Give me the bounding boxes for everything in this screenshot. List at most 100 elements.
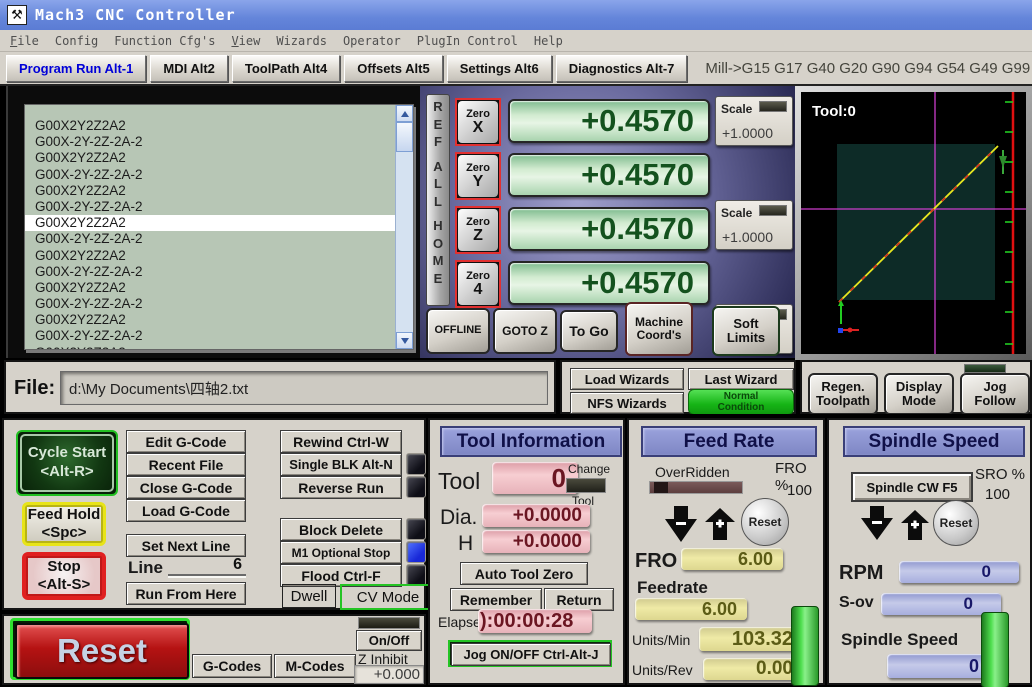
goto-z-button[interactable]: GOTO Z bbox=[493, 308, 557, 354]
tab-settings-alt6[interactable]: Settings Alt6 bbox=[446, 54, 552, 82]
x-scale-slider[interactable] bbox=[759, 101, 787, 112]
tab-mdi-alt2[interactable]: MDI Alt2 bbox=[150, 54, 228, 82]
machine-coords-button[interactable]: Machine Coord's bbox=[625, 302, 693, 356]
x-axis-dro[interactable]: +0.4570 bbox=[508, 99, 710, 143]
gcode-line[interactable]: G00X-2Y-2Z-2A-2 bbox=[25, 134, 396, 150]
fro-slider[interactable] bbox=[649, 481, 743, 494]
block-delete-button[interactable]: Block Delete bbox=[280, 518, 402, 541]
menu-item[interactable]: Operator bbox=[343, 34, 401, 48]
gcode-line[interactable]: G00X2Y2Z2A2 bbox=[25, 280, 396, 296]
gcode-scrollbar[interactable] bbox=[395, 105, 413, 349]
m1-optional-stop-button[interactable]: M1 Optional Stop bbox=[280, 541, 402, 564]
units-min-dro[interactable]: 103.32 bbox=[699, 627, 801, 651]
spindle-reset-button[interactable]: Reset bbox=[933, 500, 979, 546]
menu-item[interactable]: Help bbox=[534, 34, 563, 48]
gcode-line[interactable]: G00X-2Y-2Z-2A-2 bbox=[25, 199, 396, 215]
ref-all-home-button[interactable]: REFALLHOME bbox=[426, 94, 450, 306]
tab-toolpath-alt4[interactable]: ToolPath Alt4 bbox=[231, 54, 341, 82]
gcode-line[interactable]: G00X2Y2Z2A2 bbox=[25, 248, 396, 264]
reverse-run-button[interactable]: Reverse Run bbox=[280, 476, 402, 499]
zero-x-button[interactable]: Zero X bbox=[455, 98, 501, 146]
zero-4-button[interactable]: Zero 4 bbox=[455, 260, 501, 308]
display-mode-button[interactable]: Display Mode bbox=[884, 373, 954, 415]
toolpath-display[interactable]: Tool:0 bbox=[801, 92, 1026, 354]
gcode-line[interactable]: G00X2Y2Z2A2 bbox=[25, 215, 396, 232]
regen-toolpath-button[interactable]: Regen. Toolpath bbox=[808, 373, 878, 415]
load-gcode-button[interactable]: Load G-Code bbox=[126, 499, 246, 522]
title-bar[interactable]: ⚒ Mach3 CNC Controller bbox=[0, 0, 1032, 30]
x-scale-box[interactable]: Scale +1.0000 bbox=[715, 96, 793, 146]
menu-item[interactable]: Wizards bbox=[276, 34, 327, 48]
single-blk-button[interactable]: Single BLK Alt-N bbox=[280, 453, 402, 476]
fro-dro[interactable]: 6.00 bbox=[681, 548, 783, 570]
cycle-start-button[interactable]: Cycle Start <Alt-R> bbox=[16, 430, 118, 496]
gcode-line[interactable]: G00X-2Y-2Z-2A-2 bbox=[25, 231, 396, 247]
z-inhibit-dro[interactable]: +0.000 bbox=[354, 665, 424, 684]
gcode-line[interactable]: G00X-2Y-2Z-2A-2 bbox=[25, 264, 396, 280]
menu-item[interactable]: View bbox=[231, 34, 260, 48]
g-codes-button[interactable]: G-Codes bbox=[192, 654, 272, 678]
tab-diagnostics-alt-7[interactable]: Diagnostics Alt-7 bbox=[555, 54, 688, 82]
dwell-indicator[interactable]: Dwell bbox=[282, 584, 336, 608]
stop-button[interactable]: Stop <Alt-S> bbox=[22, 552, 106, 600]
jog-onoff-button[interactable]: Jog ON/OFF Ctrl-Alt-J bbox=[448, 640, 612, 667]
feedrate-dro[interactable]: 6.00 bbox=[635, 598, 747, 620]
spindle-cw-button[interactable]: Spindle CW F5 bbox=[851, 472, 973, 502]
gcode-line[interactable]: G00X-2Y-2Z-2A-2 bbox=[25, 296, 396, 312]
auto-tool-zero-button[interactable]: Auto Tool Zero bbox=[460, 562, 588, 585]
gcode-line[interactable]: G00X-2Y-2Z-2A-2 bbox=[25, 328, 396, 344]
gcode-line[interactable]: G00X2Y2Z2A2 bbox=[25, 312, 396, 328]
jog-follow-button[interactable]: Jog Follow bbox=[960, 373, 1030, 415]
gcode-line[interactable]: G00X-2Y-2Z-2A-2 bbox=[25, 167, 396, 183]
y-axis-dro[interactable]: +0.4570 bbox=[508, 153, 710, 197]
feed-lower-arrow-icon[interactable] bbox=[665, 506, 697, 542]
soft-limits-button[interactable]: Soft Limits bbox=[712, 306, 780, 356]
gcode-list[interactable]: G00X2Y2Z2A2 G00X-2Y-2Z-2A-2 G00X2Y2Z2A2 G00… bbox=[25, 105, 396, 349]
nfs-wizards-button[interactable]: NFS Wizards bbox=[570, 392, 684, 414]
z-axis-dro[interactable]: +0.4570 bbox=[508, 207, 710, 251]
offline-button[interactable]: OFFLINE bbox=[426, 308, 490, 354]
line-number-dro[interactable]: 6 bbox=[168, 556, 246, 576]
file-path-field[interactable]: d:\My Documents\四轴2.txt bbox=[60, 371, 548, 405]
scrollbar-thumb[interactable] bbox=[396, 122, 413, 152]
reset-button[interactable]: Reset bbox=[10, 618, 190, 680]
menu-item[interactable]: File bbox=[10, 34, 39, 48]
rewind-button[interactable]: Rewind Ctrl-W bbox=[280, 430, 402, 453]
to-go-button[interactable]: To Go bbox=[560, 310, 618, 352]
feed-raise-arrow-icon[interactable] bbox=[705, 508, 735, 540]
menu-item[interactable]: PlugIn Control bbox=[417, 34, 518, 48]
feed-hold-button[interactable]: Feed Hold <Spc> bbox=[22, 502, 106, 546]
run-from-here-button[interactable]: Run From Here bbox=[126, 582, 246, 605]
zero-y-button[interactable]: Zero Y bbox=[455, 152, 501, 200]
gcode-line[interactable]: G00X2Y2Z2A2 bbox=[25, 150, 396, 166]
zero-z-button[interactable]: Zero Z bbox=[455, 206, 501, 254]
gcode-line[interactable]: G00X2Y2Z2A2 bbox=[25, 118, 396, 134]
z-inhibit-onoff-button[interactable]: On/Off bbox=[356, 630, 422, 651]
menu-item[interactable]: Config bbox=[55, 34, 98, 48]
y-scale-slider[interactable] bbox=[759, 205, 787, 216]
scroll-down-icon[interactable] bbox=[396, 332, 413, 349]
tab-program-run-alt-1[interactable]: Program Run Alt-1 bbox=[6, 54, 147, 82]
remember-button[interactable]: Remember bbox=[450, 588, 542, 611]
recent-file-button[interactable]: Recent File bbox=[126, 453, 246, 476]
spindle-raise-arrow-icon[interactable] bbox=[901, 510, 929, 540]
set-next-line-button[interactable]: Set Next Line bbox=[126, 534, 246, 557]
tab-offsets-alt5[interactable]: Offsets Alt5 bbox=[344, 54, 443, 82]
gcode-line[interactable]: G00X2Y2Z2A2 bbox=[25, 345, 396, 349]
m-codes-button[interactable]: M-Codes bbox=[274, 654, 356, 678]
dia-dro[interactable]: +0.0000 bbox=[482, 504, 590, 527]
menu-item[interactable]: Function Cfg's bbox=[114, 34, 215, 48]
edit-gcode-button[interactable]: Edit G-Code bbox=[126, 430, 246, 453]
scroll-up-icon[interactable] bbox=[396, 105, 413, 122]
return-button[interactable]: Return bbox=[544, 588, 614, 611]
feed-reset-button[interactable]: Reset bbox=[741, 498, 789, 546]
last-wizard-button[interactable]: Last Wizard bbox=[688, 368, 794, 390]
units-rev-dro[interactable]: 0.00 bbox=[703, 658, 801, 680]
a-axis-dro[interactable]: +0.4570 bbox=[508, 261, 710, 305]
cv-mode-indicator[interactable]: CV Mode bbox=[340, 584, 436, 610]
close-gcode-button[interactable]: Close G-Code bbox=[126, 476, 246, 499]
gcode-line[interactable]: G00X2Y2Z2A2 bbox=[25, 183, 396, 199]
y-scale-box[interactable]: Scale +1.0000 bbox=[715, 200, 793, 250]
normal-condition-indicator[interactable]: Normal Condition bbox=[688, 389, 794, 415]
h-dro[interactable]: +0.0000 bbox=[482, 530, 590, 553]
